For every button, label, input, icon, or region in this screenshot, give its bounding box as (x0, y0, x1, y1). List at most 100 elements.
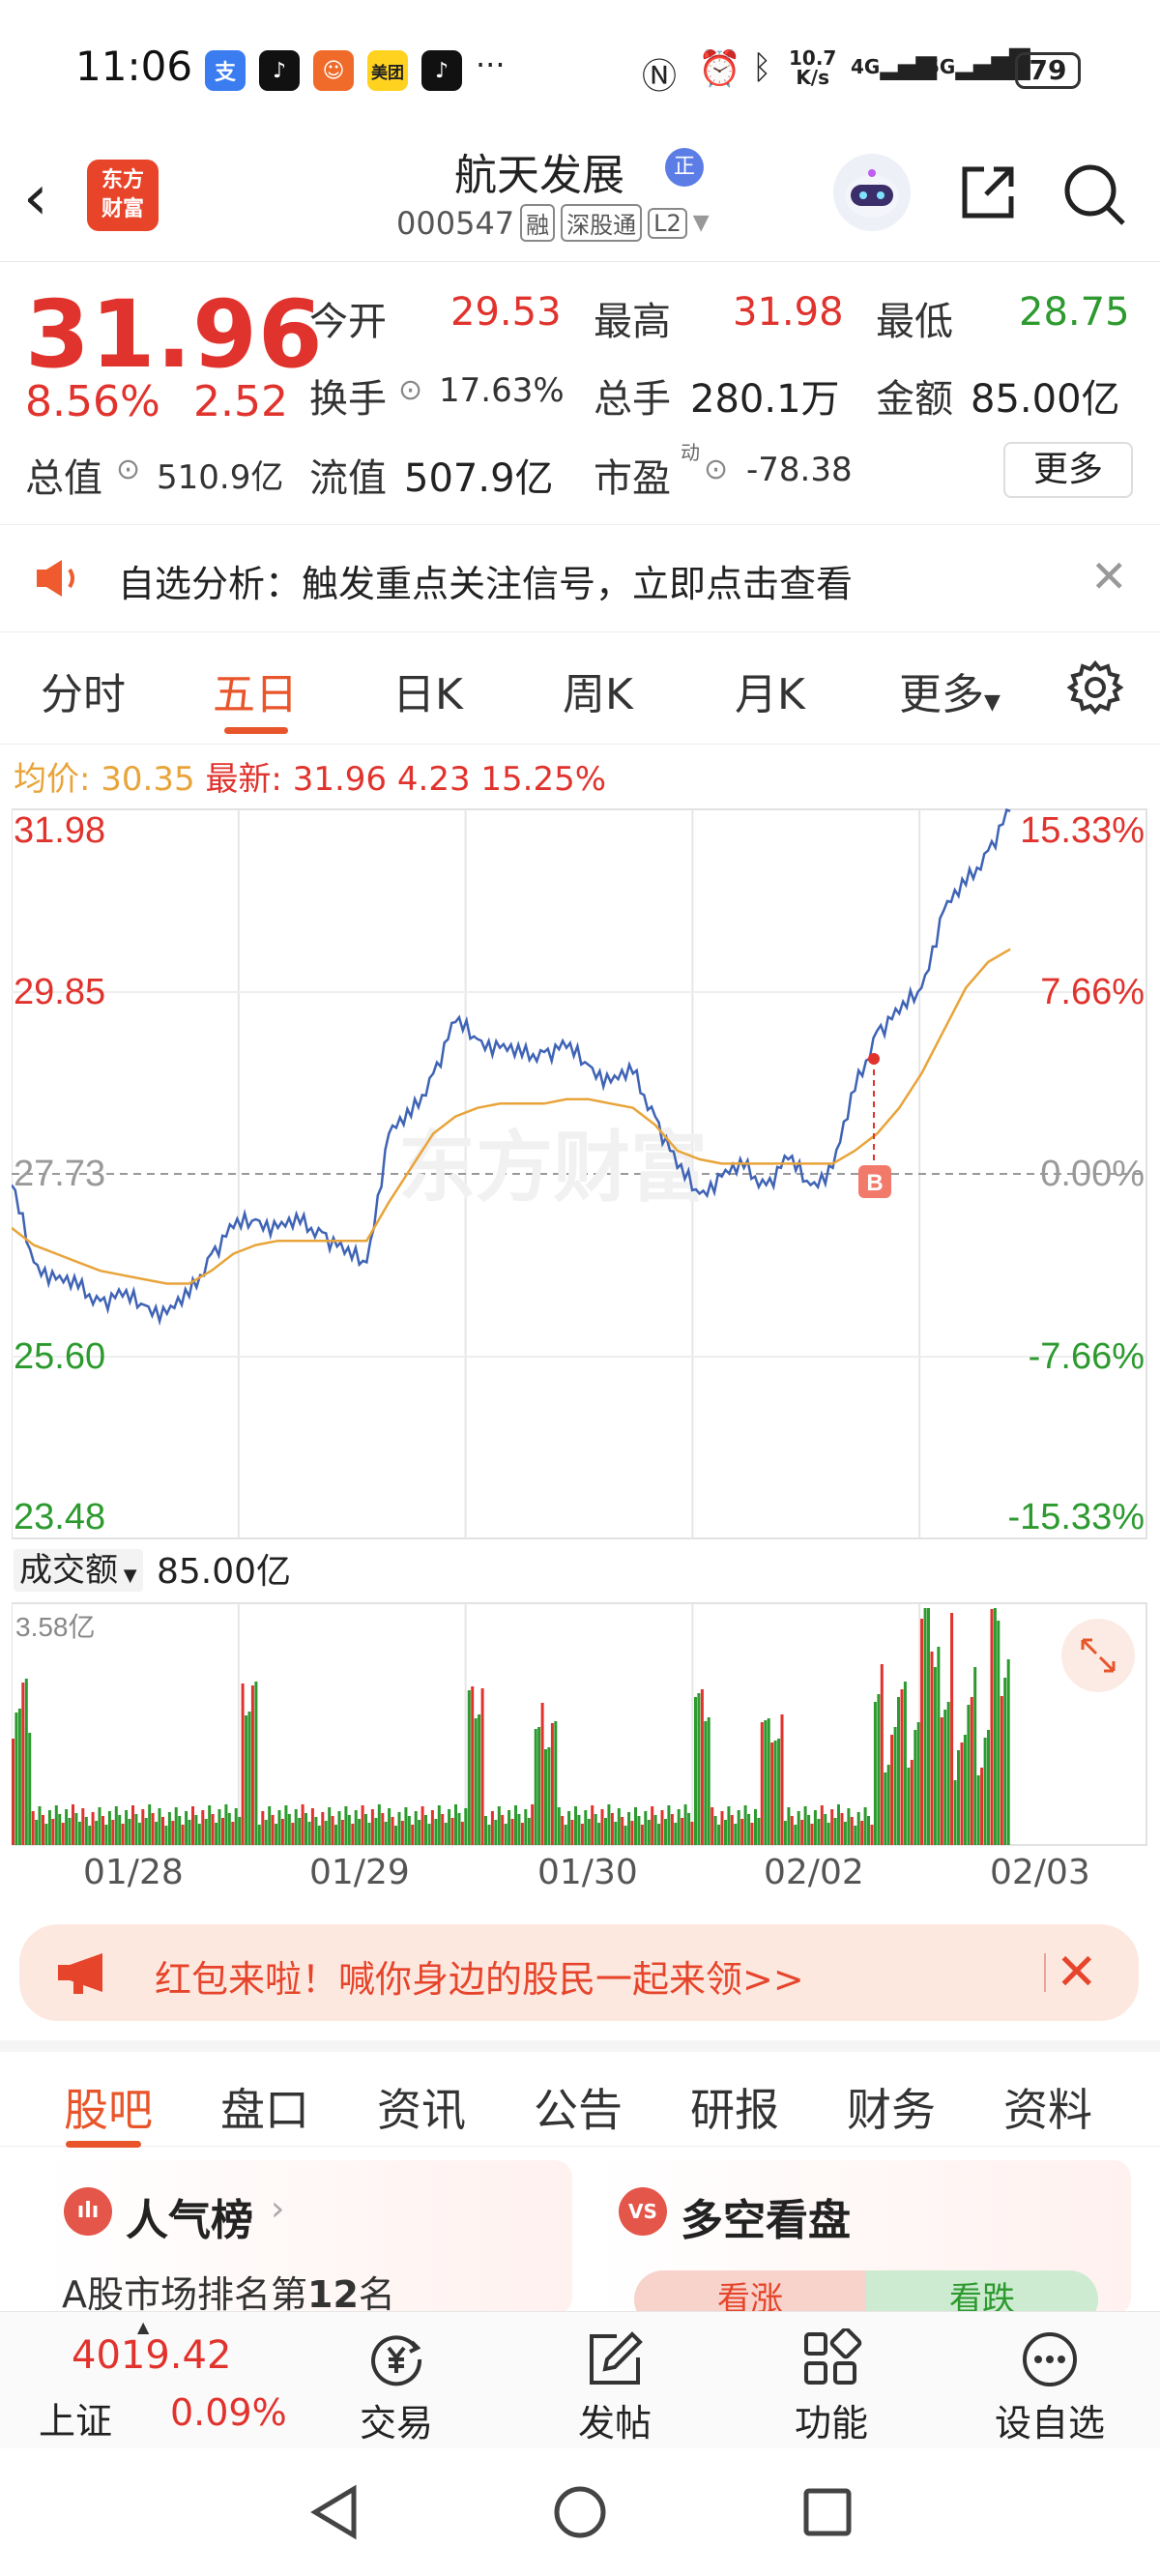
close-icon[interactable]: ✕ (1090, 550, 1128, 602)
tab-orderbook[interactable]: 盘口 (220, 2075, 309, 2139)
price-lines (12, 808, 1011, 1327)
volume-bar (873, 1702, 877, 1845)
info-icon-3[interactable]: ⊙ (704, 453, 728, 486)
close-icon-2[interactable]: ✕ (1056, 1944, 1098, 2002)
volume-bar (54, 1805, 58, 1845)
bull-bear-card[interactable]: VS 多空看盘 看涨 看跌 (594, 2160, 1131, 2315)
red-packet-text[interactable]: 红包来啦！喊你身边的股民一起来领>> (155, 1949, 804, 2003)
volume-bar (314, 1817, 318, 1845)
volume-bar (674, 1823, 678, 1845)
back-nav-icon[interactable] (307, 2483, 362, 2545)
active-content-tab-indicator (66, 2141, 141, 2148)
volume-bar (854, 1826, 857, 1845)
nav-functions[interactable]: 功能 (764, 2326, 899, 2446)
volume-bar (28, 1733, 32, 1845)
home-nav-icon[interactable] (551, 2483, 609, 2545)
back-icon[interactable]: ‹ (23, 167, 48, 229)
volume-bar (250, 1685, 254, 1845)
volume-bar (983, 1738, 987, 1845)
share-icon[interactable] (957, 161, 1019, 227)
avg-series-line (12, 948, 1011, 1285)
volume-bar (943, 1710, 947, 1845)
nav-post[interactable]: 发帖 (547, 2326, 682, 2446)
info-icon[interactable]: ⊙ (398, 373, 422, 407)
volume-bar (967, 1705, 971, 1845)
volume-selector[interactable]: 成交额 ▼ (14, 1543, 143, 1592)
nav-trade[interactable]: 交易 (329, 2326, 464, 2446)
volume-bar (171, 1821, 175, 1845)
volume-bar (803, 1806, 807, 1845)
volume-bar (940, 1717, 943, 1845)
change-amount: 2.52 (193, 377, 288, 426)
meituan-icon: 美团 (367, 50, 408, 91)
latest-label: 最新: (205, 760, 282, 799)
tab-profile[interactable]: 资料 (1003, 2075, 1092, 2139)
volume-bar (850, 1817, 854, 1845)
more-quote-button[interactable]: 更多 (1003, 442, 1133, 498)
volume-bar (344, 1806, 348, 1845)
volume-chart[interactable]: 3.58亿 (12, 1601, 1148, 1849)
red-packet-banner[interactable]: 红包来啦！喊你身边的股民一起来领>> ✕ (19, 1924, 1139, 2021)
tab-finance[interactable]: 财务 (847, 2075, 936, 2139)
eastmoney-logo[interactable]: 东方 财富 (87, 160, 159, 231)
volume-bar (155, 1822, 159, 1845)
chevron-down-icon[interactable]: ▼ (693, 211, 710, 235)
volume-bar (211, 1814, 215, 1845)
tab-news[interactable]: 资讯 (377, 2075, 466, 2139)
volume-bar (634, 1807, 637, 1845)
volume-bar (637, 1816, 641, 1845)
index-value[interactable]: 4019.42 (72, 2333, 231, 2378)
tab-monthly-k[interactable]: 月K (735, 659, 805, 721)
index-name[interactable]: 上证 (39, 2391, 112, 2444)
volume-bar (324, 1821, 328, 1845)
volume-bar (787, 1807, 791, 1845)
tab-announcements[interactable]: 公告 (534, 2075, 623, 2139)
logo-text-1: 东方 (101, 168, 144, 192)
tab-more[interactable]: 更多▼ (899, 659, 1000, 721)
tab-intraday[interactable]: 分时 (41, 659, 126, 721)
banner-text[interactable]: 自选分析：触发重点关注信号，立即点击查看 (118, 554, 853, 607)
expand-icon[interactable] (1061, 1619, 1135, 1692)
tiktok-icon-2: ♪ (421, 50, 462, 91)
ai-assistant-icon[interactable] (833, 154, 911, 231)
price-series-line (12, 808, 1011, 1327)
date-label: 01/30 (537, 1853, 638, 1892)
alarm-icon: ⏰ (698, 49, 741, 89)
index-change[interactable]: 0.09% (170, 2391, 287, 2434)
volume-bar (111, 1820, 115, 1845)
analysis-banner[interactable]: 自选分析：触发重点关注信号，立即点击查看 ✕ (0, 524, 1160, 632)
volume-bar (554, 1721, 558, 1845)
volume-bar (644, 1811, 648, 1845)
volume-bar (381, 1813, 385, 1845)
volume-bar (610, 1813, 614, 1845)
bullish-button[interactable]: 看涨 (634, 2270, 866, 2315)
volume-bar (301, 1804, 304, 1845)
amount-value: 85.00亿 (971, 377, 1120, 422)
popularity-card[interactable]: ılı 人气榜 › A股市场排名第12名 (39, 2160, 572, 2315)
logo-text-2: 财富 (101, 197, 144, 221)
volume-bar (450, 1818, 454, 1845)
recents-nav-icon[interactable] (800, 2485, 855, 2543)
five-day-price-chart[interactable]: 东方财富 31.98 15.33%29.85 7.66%27.73 0.00%25.6… (12, 807, 1148, 1542)
search-icon[interactable] (1061, 161, 1129, 233)
nav-add-watchlist[interactable]: 设自选 (982, 2326, 1117, 2446)
volume-bar (624, 1826, 627, 1845)
tab-weekly-k[interactable]: 周K (563, 659, 633, 721)
tab-five-day[interactable]: 五日 (213, 659, 298, 721)
chart-tabs: 分时 五日 日K 周K 月K 更多▼ (0, 634, 1160, 745)
low-label: 最低 (876, 300, 953, 344)
tab-research[interactable]: 研报 (690, 2075, 779, 2139)
bearish-button[interactable]: 看跌 (866, 2270, 1098, 2315)
volume-type-label: 成交额 (19, 1551, 118, 1590)
avg-line-info: 均价: 30.35 最新: 31.96 4.23 15.25% (14, 752, 606, 800)
volume-bar (884, 1772, 887, 1845)
info-icon-2[interactable]: ⊙ (116, 453, 140, 486)
stock-header: ‹ 东方 财富 航天发展 正 000547 融 深股通 L2 ▼ (0, 140, 1160, 262)
volume-bar (997, 1621, 1000, 1845)
tab-daily-k[interactable]: 日K (392, 659, 463, 721)
tab-forum[interactable]: 股吧 (64, 2075, 153, 2139)
settings-icon[interactable] (1066, 659, 1124, 719)
volume-bar (660, 1810, 664, 1845)
volume-bar (740, 1819, 744, 1845)
volume-bar (474, 1718, 478, 1845)
